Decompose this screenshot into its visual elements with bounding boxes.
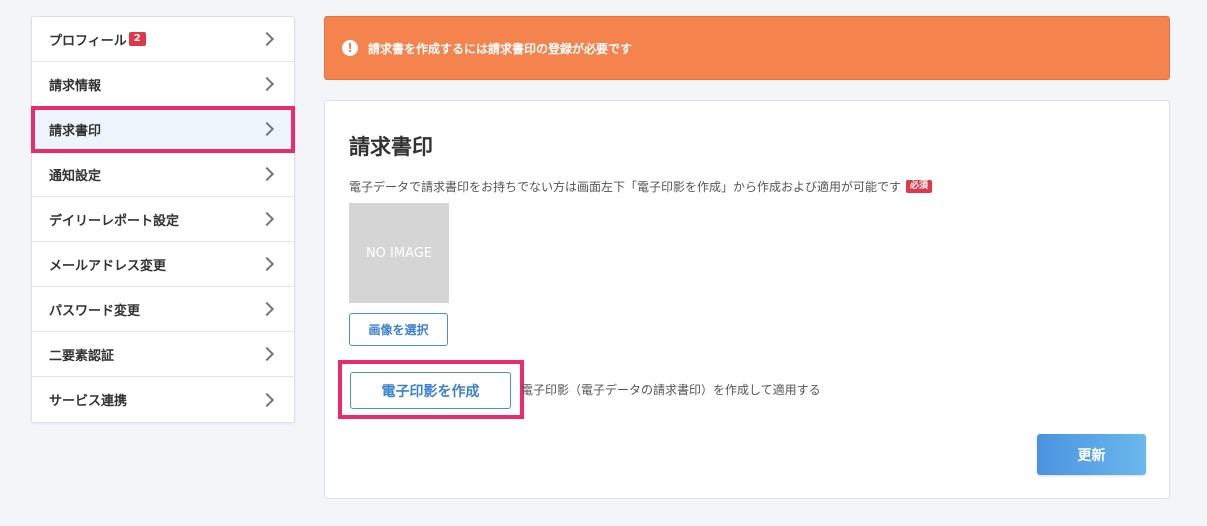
settings-sidebar: プロフィール 2 請求情報 請求書印 通知設定 デイリーレポート設定 メールアド… <box>31 16 295 423</box>
sidebar-item-two-factor-auth[interactable]: 二要素認証 <box>32 332 294 377</box>
notification-count-badge: 2 <box>128 32 146 46</box>
sidebar-item-daily-report-settings[interactable]: デイリーレポート設定 <box>32 197 294 242</box>
sidebar-item-notification-settings[interactable]: 通知設定 <box>32 152 294 197</box>
update-button[interactable]: 更新 <box>1037 434 1146 475</box>
chevron-right-icon <box>259 346 275 362</box>
sidebar-item-change-password[interactable]: パスワード変更 <box>32 287 294 332</box>
sidebar-item-service-integration[interactable]: サービス連携 <box>32 377 294 422</box>
chevron-right-icon <box>259 256 275 272</box>
page-title: 請求書印 <box>349 135 433 159</box>
sidebar-item-change-email[interactable]: メールアドレス変更 <box>32 242 294 287</box>
select-image-button[interactable]: 画像を選択 <box>349 313 448 346</box>
sidebar-item-label: サービス連携 <box>49 394 128 409</box>
sidebar-item-label: メールアドレス変更 <box>49 258 167 274</box>
create-seal-highlight: 電子印影を作成 <box>338 360 524 419</box>
sidebar-item-label: 請求情報 <box>49 78 102 94</box>
alert-text: 請求書を作成するには請求書印の登録が必要です <box>368 41 633 56</box>
chevron-right-icon <box>259 121 275 137</box>
sidebar-item-label: 請求書印 <box>49 123 102 139</box>
sidebar-item-label: パスワード変更 <box>49 303 141 319</box>
sidebar-item-invoice-seal[interactable]: 請求書印 <box>31 106 295 153</box>
seal-image-placeholder: NO IMAGE <box>349 203 449 303</box>
chevron-right-icon <box>259 301 275 317</box>
sidebar-item-profile[interactable]: プロフィール 2 <box>32 17 294 62</box>
sidebar-item-label: プロフィール <box>49 33 127 49</box>
chevron-right-icon <box>259 211 275 227</box>
seal-description: 電子データで請求書印をお持ちでない方は画面左下「電子印影を作成」から作成および適… <box>349 178 933 195</box>
sidebar-item-label: デイリーレポート設定 <box>49 213 180 229</box>
warning-alert: ! 請求書を作成するには請求書印の登録が必要です <box>324 16 1170 80</box>
required-badge: 必須 <box>906 180 933 193</box>
chevron-right-icon <box>259 31 275 47</box>
create-seal-note: 電子印影（電子データの請求書印）を作成して適用する <box>521 383 821 397</box>
invoice-seal-card: 請求書印 電子データで請求書印をお持ちでない方は画面左下「電子印影を作成」から作… <box>324 100 1170 499</box>
exclamation-circle-icon: ! <box>342 40 358 56</box>
create-seal-button[interactable]: 電子印影を作成 <box>350 372 511 409</box>
chevron-right-icon <box>259 392 275 407</box>
description-text: 電子データで請求書印をお持ちでない方は画面左下「電子印影を作成」から作成および適… <box>349 180 902 194</box>
chevron-right-icon <box>259 166 275 182</box>
chevron-right-icon <box>259 76 275 92</box>
sidebar-item-label: 二要素認証 <box>49 348 115 364</box>
sidebar-item-label: 通知設定 <box>49 168 102 184</box>
sidebar-item-billing-info[interactable]: 請求情報 <box>32 62 294 107</box>
